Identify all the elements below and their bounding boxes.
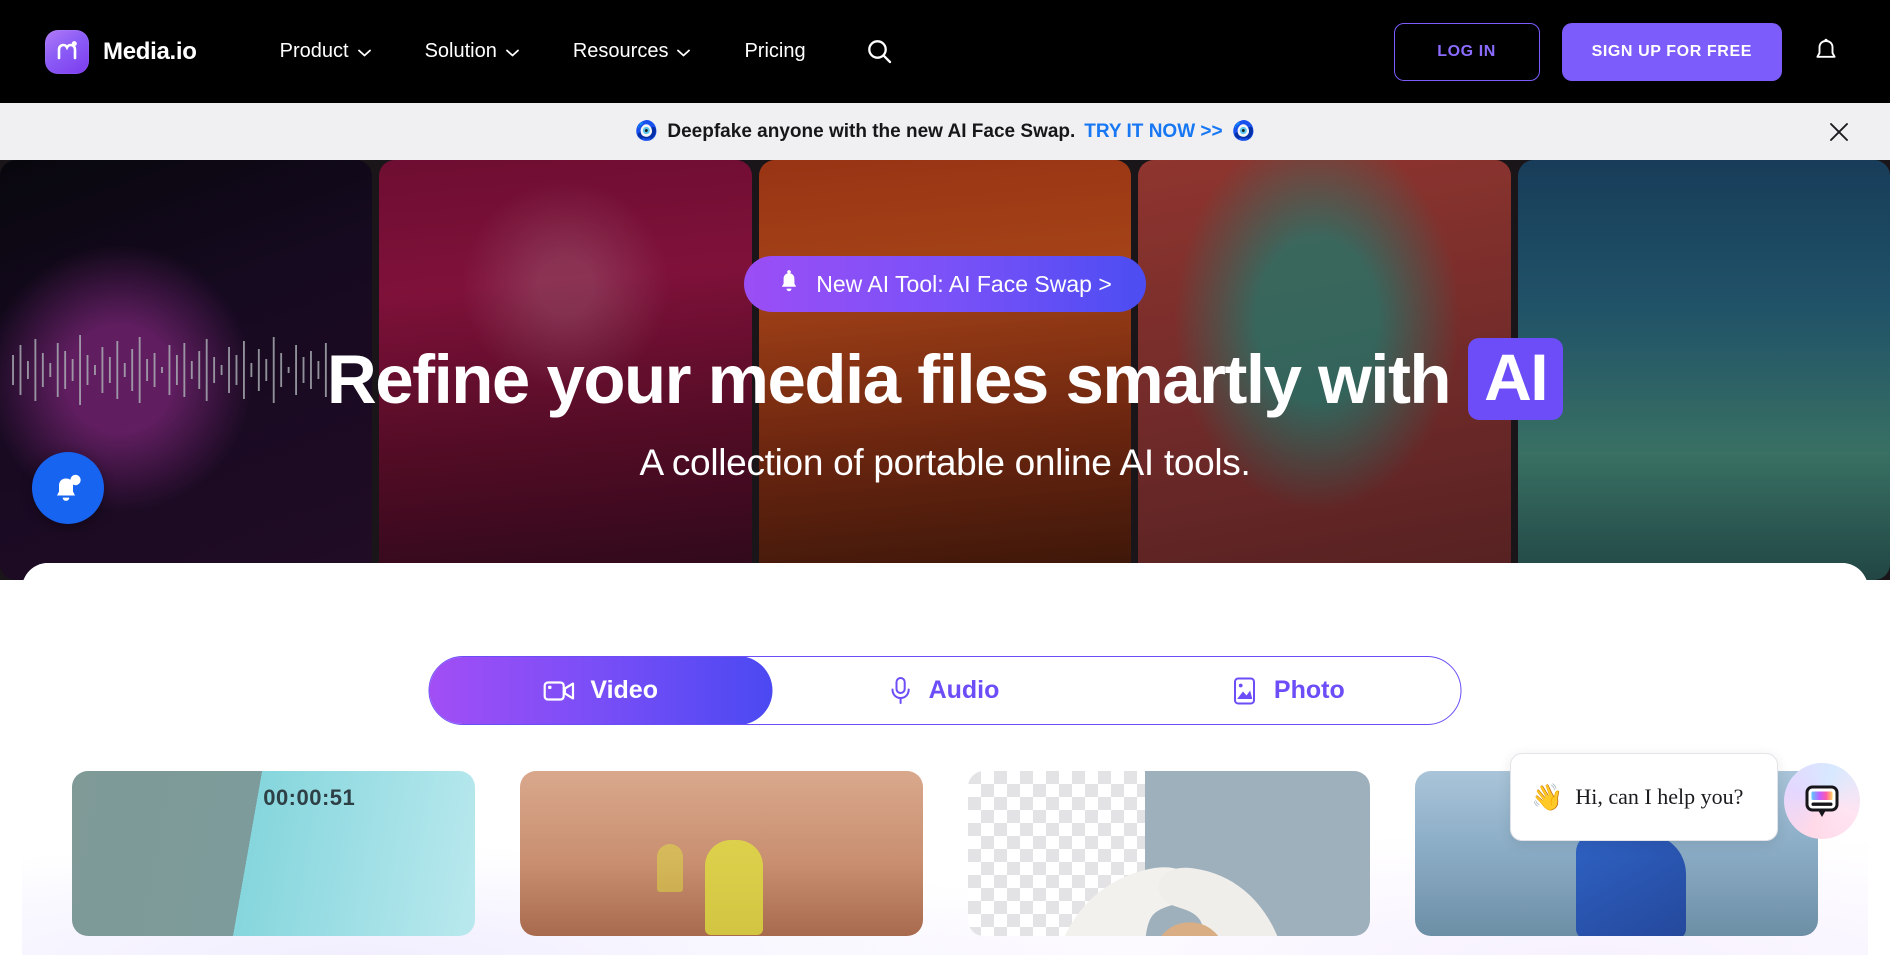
chevron-down-icon (357, 49, 371, 57)
brand-logo[interactable]: Media.io (45, 29, 197, 74)
media-io-logo-icon (45, 29, 89, 74)
background-remover-preview (1064, 867, 1277, 936)
tool-card-video-trimmer[interactable]: 00:00:51 (72, 771, 475, 936)
photo-image-icon (1232, 676, 1258, 706)
login-button[interactable]: LOG IN (1393, 22, 1540, 81)
microphone-icon (889, 676, 913, 706)
nav-item-product[interactable]: Product (253, 0, 398, 103)
hero-headline-ai-chip: AI (1468, 338, 1564, 420)
chevron-down-icon (505, 49, 519, 57)
video-timestamp: 00:00:51 (263, 785, 356, 810)
deepfake-emoji-right: 🧿 (1231, 121, 1256, 142)
bell-notification-icon[interactable] (32, 452, 104, 524)
promo-banner-content: 🧿 Deepfake anyone with the new AI Face S… (635, 121, 1256, 143)
nav-label-product: Product (279, 40, 349, 62)
video-camera-icon (543, 679, 574, 703)
notification-bell-icon[interactable] (1804, 30, 1848, 74)
new-ai-tool-pill-label: New AI Tool: AI Face Swap > (816, 270, 1112, 297)
chat-message-icon[interactable] (1784, 763, 1860, 839)
tab-video-label: Video (590, 676, 658, 704)
nav-label-pricing: Pricing (744, 40, 806, 62)
tool-card-background-remover[interactable] (967, 771, 1371, 936)
header-actions: LOG IN SIGN UP FOR FREE (1393, 22, 1848, 81)
tab-audio-label: Audio (928, 676, 1000, 704)
tool-card-object-remover[interactable] (519, 771, 923, 936)
hero-headline-text: Refine your media files smartly with (326, 340, 1452, 418)
tab-photo[interactable]: Photo (1116, 657, 1460, 724)
tab-audio[interactable]: Audio (772, 657, 1116, 724)
new-ai-tool-pill[interactable]: New AI Tool: AI Face Swap > (744, 256, 1146, 312)
nav-label-solution: Solution (424, 40, 497, 62)
nav-item-solution[interactable]: Solution (398, 0, 546, 103)
chevron-down-icon (677, 49, 691, 57)
hero-section: New AI Tool: AI Face Swap > Refine your … (0, 160, 1890, 580)
promo-banner-link[interactable]: TRY IT NOW >> (1084, 121, 1222, 143)
signup-button[interactable]: SIGN UP FOR FREE (1561, 22, 1782, 81)
hero-subheadline: A collection of portable online AI tools… (639, 442, 1251, 483)
promo-banner-text: Deepfake anyone with the new AI Face Swa… (667, 120, 1076, 142)
bell-icon (778, 269, 800, 300)
tab-video[interactable]: Video (429, 657, 773, 724)
site-header: Media.io Product Solution Resources Pric… (0, 0, 1890, 103)
chat-greeting-text: Hi, can I help you? (1575, 784, 1744, 809)
main-navigation: Product Solution Resources Pricing (253, 0, 903, 103)
promo-banner: 🧿 Deepfake anyone with the new AI Face S… (0, 103, 1890, 160)
tab-photo-label: Photo (1273, 676, 1345, 704)
search-icon[interactable] (857, 29, 903, 75)
nav-item-resources[interactable]: Resources (546, 0, 718, 103)
hero-headline: Refine your media files smartly with AI (326, 338, 1564, 420)
media-type-tabs: Video Audio Photo (428, 656, 1462, 725)
brand-name: Media.io (103, 37, 197, 65)
nav-label-resources: Resources (572, 40, 669, 62)
waving-hand-emoji: 👋 (1531, 781, 1564, 812)
hero-content: New AI Tool: AI Face Swap > Refine your … (0, 160, 1890, 580)
deepfake-emoji-left: 🧿 (634, 121, 659, 142)
close-icon[interactable] (1824, 117, 1854, 147)
chat-greeting-bubble[interactable]: 👋 Hi, can I help you? (1510, 753, 1778, 841)
nav-item-pricing[interactable]: Pricing (717, 0, 832, 103)
